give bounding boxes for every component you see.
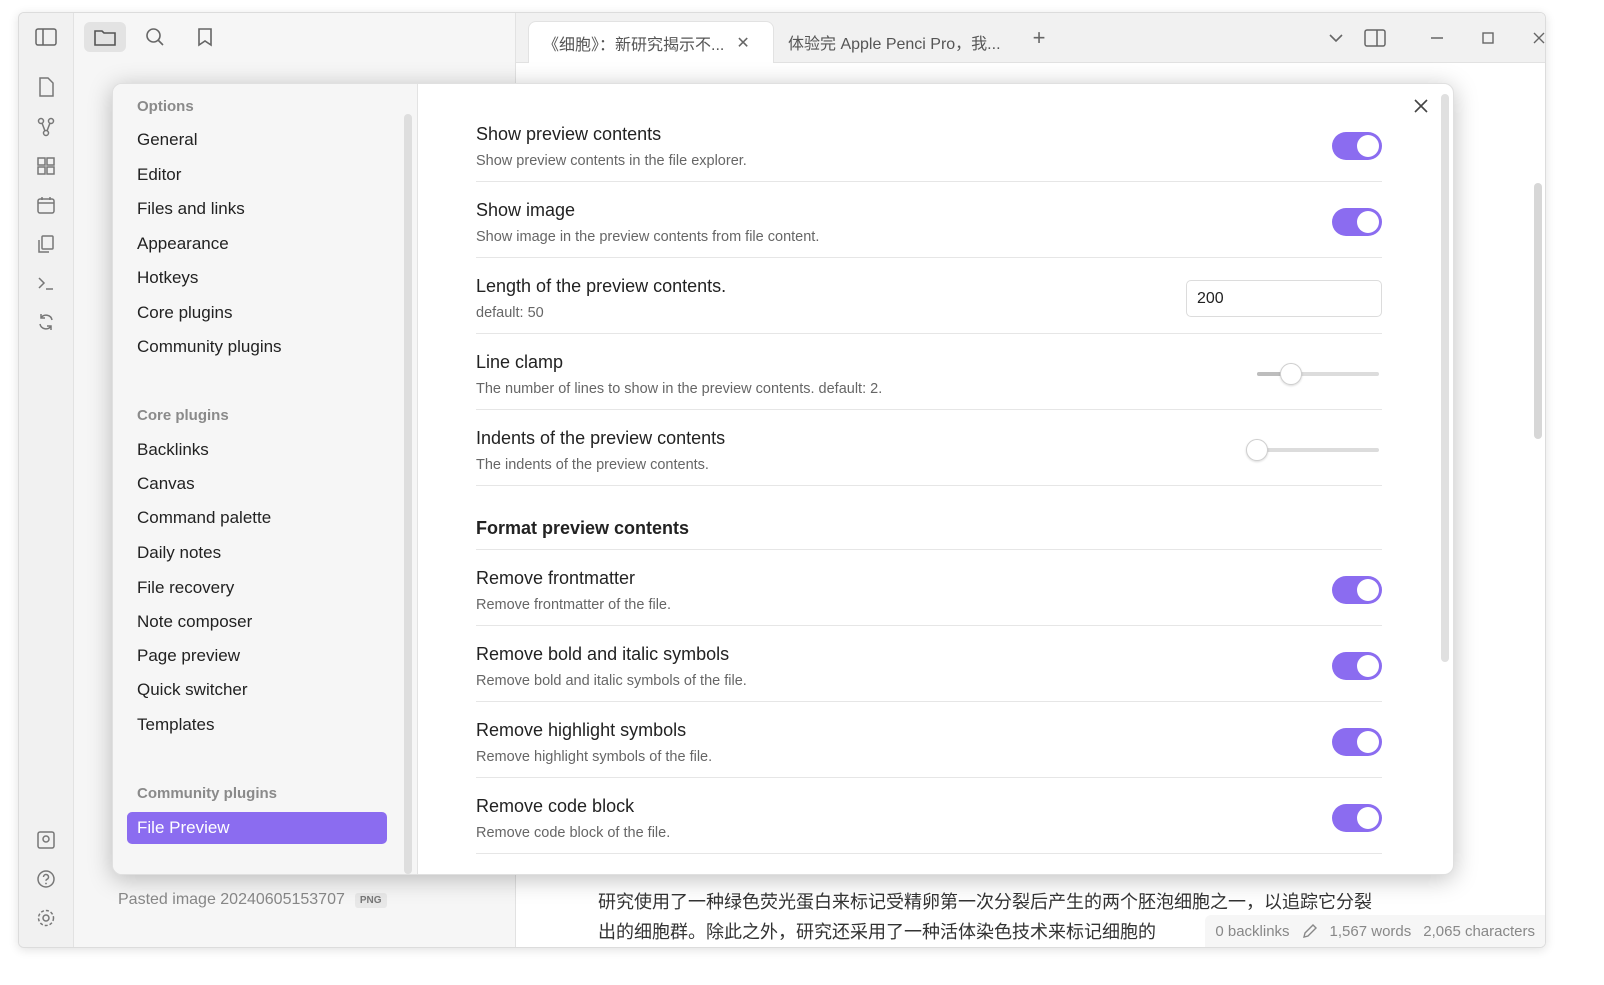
nav-item-templates[interactable]: Templates xyxy=(127,709,387,741)
setting-desc: Remove code block of the file. xyxy=(476,825,671,841)
sidebar-scrollbar[interactable] xyxy=(404,114,412,874)
settings-overlay: Options General Editor Files and links A… xyxy=(0,0,1604,985)
setting-length: Length of the preview contents. default:… xyxy=(476,258,1382,334)
settings-sidebar: Options General Editor Files and links A… xyxy=(113,84,418,874)
setting-remove-code: Remove code block Remove code block of t… xyxy=(476,778,1382,854)
setting-desc: Show image in the preview contents from … xyxy=(476,229,820,245)
setting-name: Remove code block xyxy=(476,796,635,816)
section-title: Format preview contents xyxy=(476,518,690,538)
nav-item-note-composer[interactable]: Note composer xyxy=(127,606,387,638)
setting-name: Remove highlight symbols xyxy=(476,720,687,740)
show-preview-toggle[interactable] xyxy=(1332,132,1382,160)
setting-remove-bold: Remove bold and italic symbols Remove bo… xyxy=(476,626,1382,702)
setting-desc: Remove highlight symbols of the file. xyxy=(476,749,713,765)
setting-desc: Show preview contents in the file explor… xyxy=(476,153,747,169)
setting-desc: Remove bold and italic symbols of the fi… xyxy=(476,673,747,689)
line-clamp-slider[interactable] xyxy=(1257,363,1379,385)
nav-item-community-plugins[interactable]: Community plugins xyxy=(127,331,387,363)
setting-show-image: Show image Show image in the preview con… xyxy=(476,182,1382,258)
nav-item-hotkeys[interactable]: Hotkeys xyxy=(127,262,387,294)
nav-group-options: Options xyxy=(137,98,194,115)
nav-item-files-and-links[interactable]: Files and links xyxy=(127,193,387,225)
setting-desc: The number of lines to show in the previ… xyxy=(476,381,883,397)
setting-name: Show image xyxy=(476,200,576,220)
nav-item-command-palette[interactable]: Command palette xyxy=(127,502,387,534)
nav-item-appearance[interactable]: Appearance xyxy=(127,228,387,260)
setting-remove-frontmatter: Remove frontmatter Remove frontmatter of… xyxy=(476,550,1382,626)
setting-desc: The indents of the preview contents. xyxy=(476,457,709,473)
nav-item-file-recovery[interactable]: File recovery xyxy=(127,572,387,604)
show-image-toggle[interactable] xyxy=(1332,208,1382,236)
nav-item-page-preview[interactable]: Page preview xyxy=(127,640,387,672)
slider-thumb[interactable] xyxy=(1280,363,1303,385)
nav-item-daily-notes[interactable]: Daily notes xyxy=(127,537,387,569)
setting-indents: Indents of the preview contents The inde… xyxy=(476,410,1382,486)
toggle-knob xyxy=(1357,807,1379,829)
nav-item-canvas[interactable]: Canvas xyxy=(127,468,387,500)
setting-remove-highlight: Remove highlight symbols Remove highligh… xyxy=(476,702,1382,778)
setting-name: Length of the preview contents. xyxy=(476,276,727,296)
nav-item-backlinks[interactable]: Backlinks xyxy=(127,434,387,466)
slider-thumb[interactable] xyxy=(1246,439,1268,461)
nav-item-quick-switcher[interactable]: Quick switcher xyxy=(127,674,387,706)
setting-line-clamp: Line clamp The number of lines to show i… xyxy=(476,334,1382,410)
nav-group-core-plugins: Core plugins xyxy=(137,407,229,424)
indents-slider[interactable] xyxy=(1246,439,1379,461)
setting-name: Remove bold and italic symbols xyxy=(476,644,730,664)
setting-name: Remove frontmatter xyxy=(476,568,636,588)
setting-name: Show preview contents xyxy=(476,124,662,144)
nav-item-file-preview[interactable]: File Preview xyxy=(127,812,387,844)
nav-item-general[interactable]: General xyxy=(127,124,387,156)
format-section-heading: Format preview contents xyxy=(476,486,1382,550)
setting-show-preview: Show preview contents Show preview conte… xyxy=(476,106,1382,182)
nav-item-editor[interactable]: Editor xyxy=(127,159,387,191)
close-icon[interactable] xyxy=(1409,94,1433,118)
remove-bold-toggle[interactable] xyxy=(1332,652,1382,680)
toggle-knob xyxy=(1357,655,1379,677)
setting-name: Indents of the preview contents xyxy=(476,428,726,448)
remove-highlight-toggle[interactable] xyxy=(1332,728,1382,756)
nav-item-core-plugins[interactable]: Core plugins xyxy=(127,297,387,329)
toggle-knob xyxy=(1357,211,1379,233)
toggle-knob xyxy=(1357,579,1379,601)
remove-frontmatter-toggle[interactable] xyxy=(1332,576,1382,604)
toggle-knob xyxy=(1357,135,1379,157)
nav-group-community-plugins: Community plugins xyxy=(137,785,277,802)
settings-modal: Options General Editor Files and links A… xyxy=(112,83,1454,875)
settings-content: Show preview contents Show preview conte… xyxy=(476,106,1382,854)
toggle-knob xyxy=(1357,731,1379,753)
remove-code-toggle[interactable] xyxy=(1332,804,1382,832)
setting-desc: default: 50 xyxy=(476,305,544,321)
preview-length-input[interactable] xyxy=(1186,280,1382,317)
content-scrollbar[interactable] xyxy=(1441,94,1449,662)
setting-desc: Remove frontmatter of the file. xyxy=(476,597,672,613)
setting-name: Line clamp xyxy=(476,352,564,372)
